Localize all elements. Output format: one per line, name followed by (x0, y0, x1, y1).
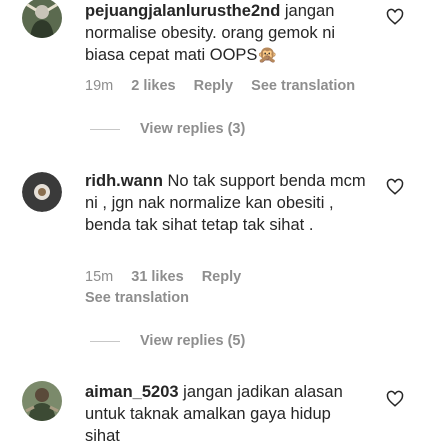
heart-outline-icon[interactable] (386, 178, 404, 196)
likes-count[interactable]: 2 likes (131, 78, 175, 94)
comment-meta: 15m 31 likes Reply (85, 269, 255, 285)
comment-username[interactable]: ridh.wann (85, 172, 163, 190)
heart-outline-icon[interactable] (386, 8, 404, 26)
divider-line (90, 128, 120, 130)
comment-text: ridh.wann No tak support benda mcm ni , … (85, 170, 370, 236)
likes-count[interactable]: 31 likes (131, 269, 183, 285)
avatar[interactable] (22, 0, 62, 38)
reply-button[interactable]: Reply (194, 78, 234, 94)
view-replies-label: View replies (5) (140, 333, 246, 349)
view-replies-button[interactable]: View replies (5) (90, 333, 245, 349)
heart-outline-icon[interactable] (386, 390, 404, 408)
emoji: 🙊 (257, 46, 278, 64)
see-translation-link[interactable]: See translation (251, 78, 355, 94)
see-translation-link[interactable]: See translation (85, 290, 189, 306)
comment-username[interactable]: pejuangjalanlurusthe2nd (85, 2, 280, 20)
avatar[interactable] (22, 172, 62, 212)
divider-line (90, 340, 120, 342)
comment-time: 19m (85, 78, 114, 94)
comment-meta: 19m 2 likes Reply See translation (85, 78, 369, 94)
comment-text: pejuangjalanlurusthe2nd jangan normalise… (85, 0, 370, 66)
comment-time: 15m (85, 269, 114, 285)
reply-button[interactable]: Reply (202, 269, 242, 285)
view-replies-label: View replies (3) (140, 121, 246, 137)
comment-username[interactable]: aiman_5203 (85, 383, 179, 401)
comment-text: aiman_5203 jangan jadikan alasan untuk t… (85, 381, 370, 447)
view-replies-button[interactable]: View replies (3) (90, 121, 245, 137)
avatar[interactable] (22, 381, 62, 421)
